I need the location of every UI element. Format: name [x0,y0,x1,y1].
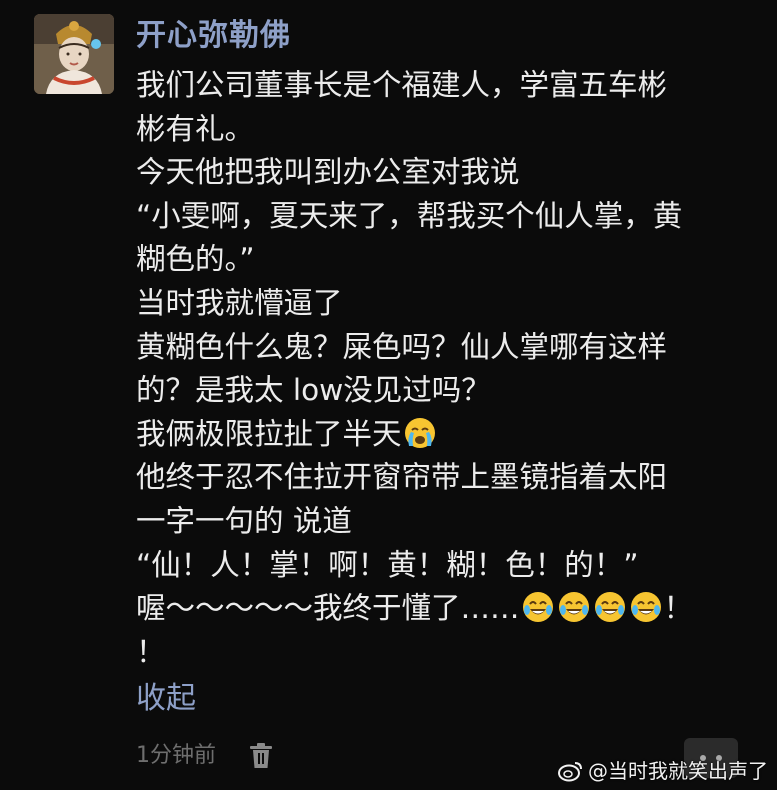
face-with-tears-of-joy-icon [594,592,625,623]
content-line: “小雯啊，夏天来了，帮我买个仙人掌，黄 [136,198,683,233]
content-line: 一字一句的 说道 [136,503,352,538]
content-line: 今天他把我叫到办公室对我说 [136,155,520,190]
content-line: 黄糊色什么鬼？屎色吗？仙人掌哪有这样 [136,329,668,364]
face-with-tears-of-joy-icon [630,592,661,623]
content-text: 喔～～～～～我终于懂了…… [136,591,520,626]
content-line: 的？是我太 low没见过吗？ [136,373,491,408]
username[interactable]: 开心弥勒佛 [136,16,291,56]
weibo-logo-icon [558,762,582,782]
collapse-button[interactable]: 收起 [136,677,196,721]
content-text-suffix: ！ [663,591,694,626]
bodhisattva-avatar-image [34,14,114,94]
face-with-tears-of-joy-icon [522,592,553,623]
content-line-with-emoji: 喔～～～～～我终于懂了…… ！ [136,587,756,631]
delete-button[interactable] [248,742,274,770]
content-line: ！ [136,634,166,669]
loudly-crying-emoji-icon [404,417,435,448]
watermark-text: @当时我就笑出声了 [588,759,768,783]
content-line: “仙！人！掌！啊！黄！糊！色！的！” [136,547,639,582]
watermark: @当时我就笑出声了 [558,756,768,786]
content-line: 他终于忍不住拉开窗帘带上墨镜指着太阳 [136,460,668,495]
content-text: 我俩极限拉扯了半天 [136,416,402,451]
content-line: 当时我就懵逼了 [136,285,343,320]
content-line: 彬有礼。 [136,111,255,146]
face-with-tears-of-joy-icon [558,592,589,623]
user-avatar[interactable] [34,14,114,94]
trash-icon [250,743,272,768]
post-timestamp: 1分钟前 [136,743,216,768]
content-line: 糊色的。” [136,242,255,277]
content-line: 我们公司董事长是个福建人，学富五车彬 [136,68,668,102]
post-content: 我们公司董事长是个福建人，学富五车彬 彬有礼。 今天他把我叫到办公室对我说 “小… [136,64,756,674]
content-line-with-emoji: 我俩极限拉扯了半天 [136,413,756,457]
